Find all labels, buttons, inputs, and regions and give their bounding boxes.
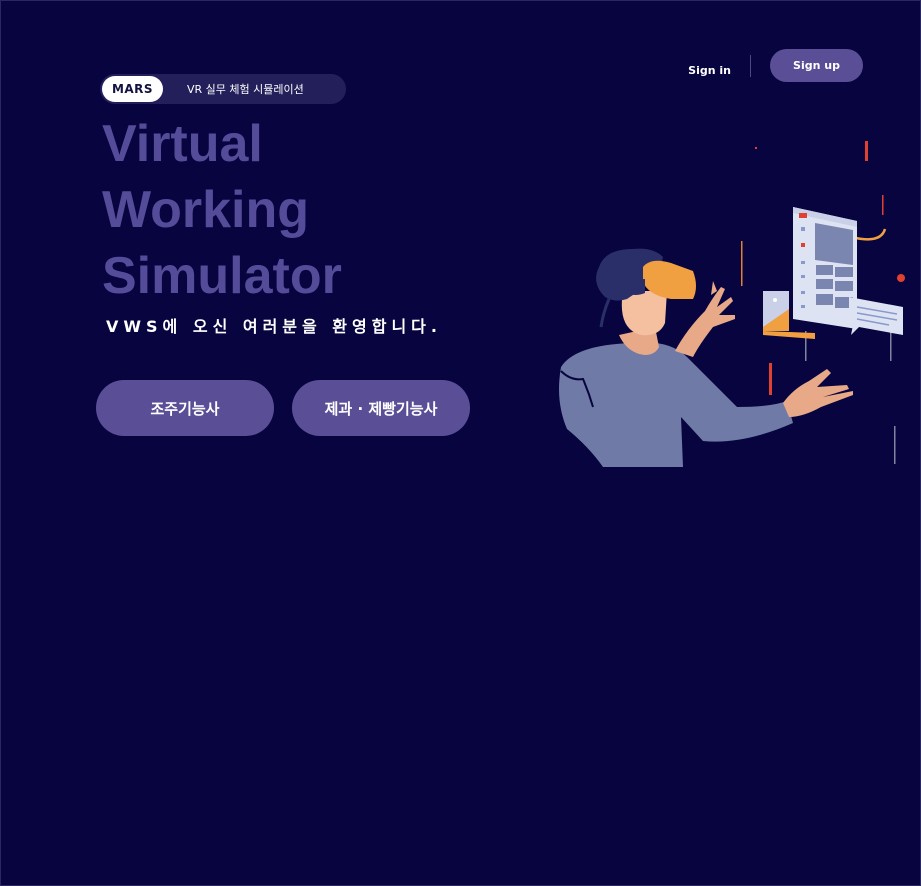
- auth-bar: Sign in Sign up: [688, 49, 863, 82]
- product-badge: MARS VR 실무 체험 시뮬레이션: [100, 74, 346, 104]
- bartender-course-button[interactable]: 조주기능사: [96, 380, 274, 436]
- badge-subtitle: VR 실무 체험 시뮬레이션: [187, 83, 304, 96]
- brand-badge: MARS: [102, 76, 163, 102]
- welcome-message: VWS에 오신 여러분을 환영합니다.: [106, 317, 442, 336]
- baking-course-button[interactable]: 제과 · 제빵기능사: [292, 380, 470, 436]
- divider: [750, 54, 751, 77]
- hero-title-line: Simulator: [102, 247, 342, 305]
- hero-title-line: Virtual: [102, 115, 263, 173]
- sign-up-button[interactable]: Sign up: [770, 49, 863, 82]
- sign-in-link[interactable]: Sign in: [688, 64, 731, 77]
- hero-title: Virtual Working Simulator: [102, 111, 342, 309]
- hero-title-line: Working: [102, 181, 310, 239]
- vr-user-illustration: [559, 141, 905, 467]
